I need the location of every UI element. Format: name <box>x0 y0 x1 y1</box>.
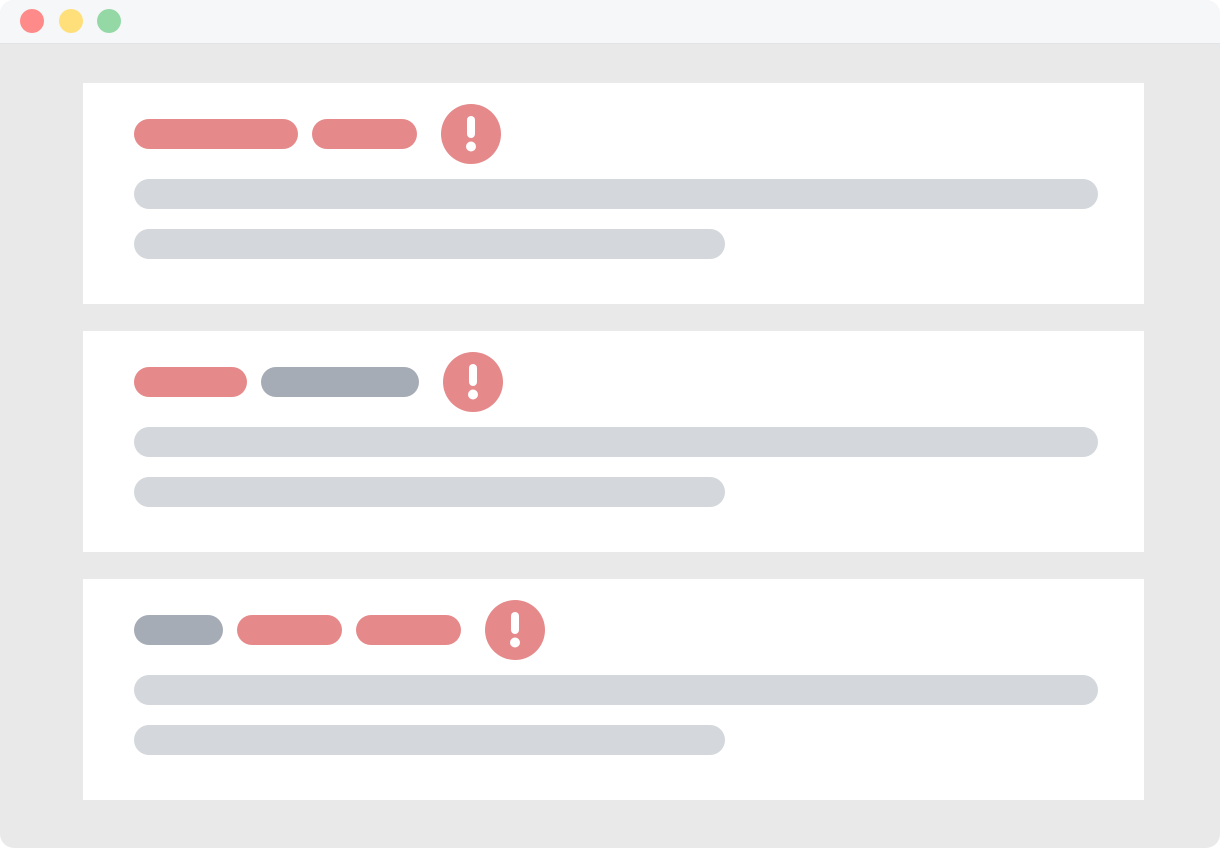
app-window <box>0 0 1220 848</box>
alert-card[interactable] <box>83 331 1144 552</box>
placeholder-line <box>134 675 1098 705</box>
tag-row <box>134 352 503 412</box>
placeholder-line <box>134 725 725 755</box>
minimize-window-button[interactable] <box>59 9 83 33</box>
neutral-tag <box>134 615 223 645</box>
close-window-button[interactable] <box>20 9 44 33</box>
tag-row <box>134 600 545 660</box>
exclamation-circle-icon <box>485 600 545 660</box>
placeholder-line <box>134 179 1098 209</box>
maximize-window-button[interactable] <box>97 9 121 33</box>
error-tag <box>356 615 461 645</box>
tag-row <box>134 104 501 164</box>
error-tag <box>312 119 417 149</box>
neutral-tag <box>261 367 419 397</box>
error-tag <box>237 615 342 645</box>
exclamation-circle-icon <box>443 352 503 412</box>
alert-card[interactable] <box>83 83 1144 304</box>
title-bar <box>0 0 1220 44</box>
placeholder-line <box>134 477 725 507</box>
error-tag <box>134 367 247 397</box>
alert-card[interactable] <box>83 579 1144 800</box>
exclamation-circle-icon <box>441 104 501 164</box>
placeholder-line <box>134 229 725 259</box>
placeholder-line <box>134 427 1098 457</box>
error-tag <box>134 119 298 149</box>
